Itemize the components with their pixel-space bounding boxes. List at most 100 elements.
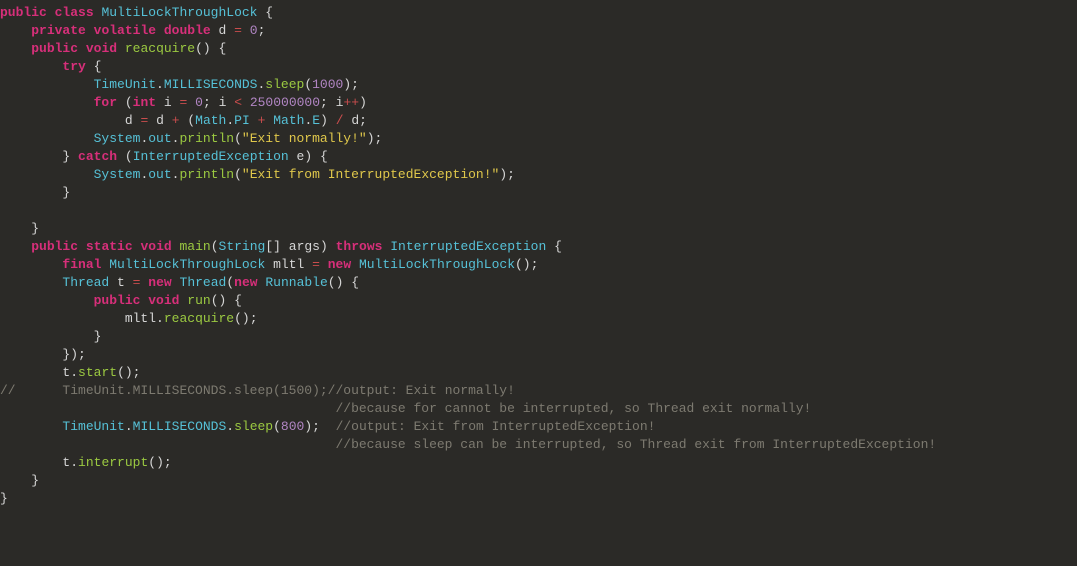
op-eq: = bbox=[133, 275, 141, 290]
line-20: }); bbox=[0, 347, 86, 362]
parens: () bbox=[234, 311, 250, 326]
op-eq: = bbox=[140, 113, 148, 128]
paren: ( bbox=[125, 149, 133, 164]
dot: . bbox=[226, 419, 234, 434]
line-1: public class MultiLockThroughLock { bbox=[0, 5, 273, 20]
line-8: System.out.println("Exit normally!"); bbox=[0, 131, 382, 146]
keyword-public: public bbox=[0, 5, 47, 20]
comment: //output: Exit from InterruptedException… bbox=[336, 419, 656, 434]
runnable: Runnable bbox=[265, 275, 327, 290]
math: Math bbox=[273, 113, 304, 128]
var-d: d bbox=[351, 113, 359, 128]
brackets: [] bbox=[265, 239, 281, 254]
keyword-public: public bbox=[31, 239, 78, 254]
paren: ( bbox=[273, 419, 281, 434]
num-0: 0 bbox=[195, 95, 203, 110]
dot: . bbox=[156, 311, 164, 326]
paren: ) bbox=[304, 149, 312, 164]
semicolon: ; bbox=[531, 257, 539, 272]
thread-ctor: Thread bbox=[180, 275, 227, 290]
var-i: i bbox=[219, 95, 227, 110]
string-literal: "Exit normally!" bbox=[242, 131, 367, 146]
method-run: run bbox=[187, 293, 210, 308]
keyword-new: new bbox=[148, 275, 171, 290]
code-block: public class MultiLockThroughLock { priv… bbox=[0, 4, 1077, 508]
num-1000: 1000 bbox=[312, 77, 343, 92]
paren: ) bbox=[359, 95, 367, 110]
milliseconds: MILLISECONDS bbox=[133, 419, 227, 434]
paren: ( bbox=[226, 275, 234, 290]
out: out bbox=[148, 131, 171, 146]
comment-slashes: // bbox=[0, 383, 16, 398]
timeunit: TimeUnit bbox=[62, 419, 124, 434]
line-22: // TimeUnit.MILLISECONDS.sleep(1500);//o… bbox=[0, 383, 515, 398]
paren: ( bbox=[187, 113, 195, 128]
semicolon: ; bbox=[507, 167, 515, 182]
line-4: try { bbox=[0, 59, 101, 74]
out: out bbox=[148, 167, 171, 182]
keyword-new: new bbox=[328, 257, 351, 272]
line-16: Thread t = new Thread(new Runnable() { bbox=[0, 275, 359, 290]
exception-type: InterruptedException bbox=[390, 239, 546, 254]
brace: } bbox=[31, 221, 39, 236]
line-13: } bbox=[0, 221, 39, 236]
parens: () bbox=[195, 41, 211, 56]
op-div: / bbox=[336, 113, 344, 128]
semicolon: ; bbox=[320, 95, 328, 110]
paren: ) bbox=[304, 419, 312, 434]
brace: } bbox=[31, 473, 39, 488]
comment: //because for cannot be interrupted, so … bbox=[335, 401, 811, 416]
brace: { bbox=[94, 59, 102, 74]
keyword-void: void bbox=[148, 293, 179, 308]
line-27: } bbox=[0, 473, 39, 488]
comment: //output: Exit normally! bbox=[328, 383, 515, 398]
system: System bbox=[94, 131, 141, 146]
var-d: d bbox=[156, 113, 164, 128]
line-15: final MultiLockThroughLock mltl = new Mu… bbox=[0, 257, 538, 272]
keyword-public: public bbox=[94, 293, 141, 308]
line-23: //because for cannot be interrupted, so … bbox=[0, 401, 811, 416]
keyword-catch: catch bbox=[78, 149, 117, 164]
line-21: t.start(); bbox=[0, 365, 140, 380]
brace: } bbox=[0, 491, 8, 506]
semicolon: ; bbox=[250, 311, 258, 326]
type-double: double bbox=[164, 23, 211, 38]
semicolon: ; bbox=[375, 131, 383, 146]
keyword-new: new bbox=[234, 275, 257, 290]
line-19: } bbox=[0, 329, 101, 344]
method-reacquire: reacquire bbox=[125, 41, 195, 56]
paren: ) bbox=[499, 167, 507, 182]
parens: () bbox=[117, 365, 133, 380]
keyword-private: private bbox=[31, 23, 86, 38]
brace: { bbox=[554, 239, 562, 254]
class-name: MultiLockThroughLock bbox=[101, 5, 257, 20]
line-5: TimeUnit.MILLISECONDS.sleep(1000); bbox=[0, 77, 359, 92]
brace: { bbox=[219, 41, 227, 56]
paren: ) bbox=[70, 347, 78, 362]
semicolon: ; bbox=[312, 419, 320, 434]
parens: () bbox=[515, 257, 531, 272]
paren: ( bbox=[125, 95, 133, 110]
println-call: println bbox=[179, 131, 234, 146]
paren: ) bbox=[320, 113, 328, 128]
paren: ( bbox=[211, 239, 219, 254]
line-10: System.out.println("Exit from Interrupte… bbox=[0, 167, 515, 182]
brace: } bbox=[62, 149, 70, 164]
dot: . bbox=[70, 455, 78, 470]
keyword-static: static bbox=[86, 239, 133, 254]
keyword-class: class bbox=[55, 5, 94, 20]
keyword-final: final bbox=[62, 257, 101, 272]
semicolon: ; bbox=[351, 77, 359, 92]
paren: ) bbox=[320, 239, 328, 254]
reacquire-call: reacquire bbox=[164, 311, 234, 326]
op-eq: = bbox=[312, 257, 320, 272]
line-14: public static void main(String[] args) t… bbox=[0, 239, 562, 254]
line-3: public void reacquire() { bbox=[0, 41, 226, 56]
args: args bbox=[289, 239, 320, 254]
semicolon: ; bbox=[203, 95, 211, 110]
var-d: d bbox=[125, 113, 133, 128]
start-call: start bbox=[78, 365, 117, 380]
semicolon: ; bbox=[359, 113, 367, 128]
op-eq: = bbox=[234, 23, 242, 38]
math: Math bbox=[195, 113, 226, 128]
